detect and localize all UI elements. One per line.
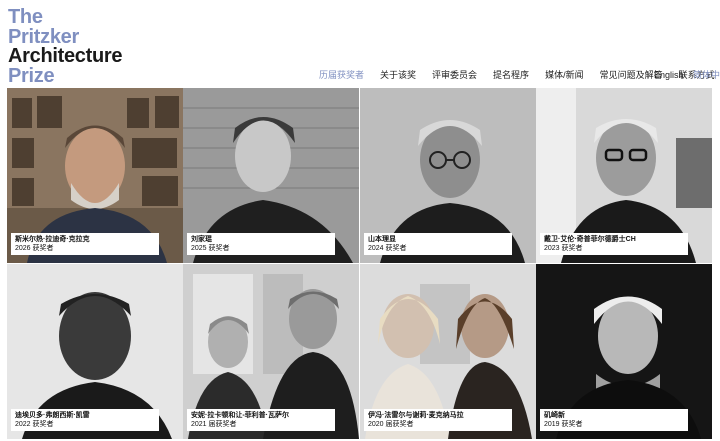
laureate-name: 矶崎新 <box>544 412 565 419</box>
laureate-name: 斯米尔热·拉迪奇·克拉克 <box>15 236 90 243</box>
laureate-name: 迪埃贝多·弗朗西斯·凯雷 <box>15 412 90 419</box>
nav-about[interactable]: 关于该奖 <box>380 68 416 81</box>
logo-line-prize: Prize <box>8 64 55 87</box>
laureate-year: 2020 届获奖者 <box>368 421 414 428</box>
laureate-caption: 矶崎新 2019 获奖者 <box>540 409 688 431</box>
laureate-caption: 山本理显 2024 获奖者 <box>364 233 512 255</box>
laureate-name: 山本理显 <box>368 236 396 243</box>
nav-jury[interactable]: 评审委员会 <box>432 68 477 81</box>
logo-line-architecture: Architecture <box>8 45 123 67</box>
site-logo[interactable]: The Pritzker Architecture Prize <box>8 6 123 87</box>
lang-chinese-link[interactable]: 简体中文 <box>693 70 720 80</box>
laureate-year: 2026 获奖者 <box>15 245 54 252</box>
nav-laureates[interactable]: 历届获奖者 <box>319 68 364 81</box>
laureates-grid: 斯米尔热·拉迪奇·克拉克 2026 获奖者 刘家琨 2025 获奖者 山本理显 … <box>7 88 712 439</box>
laureate-card[interactable]: 刘家琨 2025 获奖者 <box>183 88 359 263</box>
laureate-year: 2021 届获奖者 <box>191 421 237 428</box>
laureate-caption: 戴卫·艾伦·奇普菲尔德爵士CH 2023 获奖者 <box>540 233 688 255</box>
laureate-year: 2019 获奖者 <box>544 421 583 428</box>
laureate-caption: 斯米尔热·拉迪奇·克拉克 2026 获奖者 <box>11 233 159 255</box>
logo-line-the: The <box>8 6 43 28</box>
laureate-name: 刘家琨 <box>191 236 212 243</box>
language-switcher: English 简体中文 <box>654 68 720 81</box>
laureate-caption: 迪埃贝多·弗朗西斯·凯雷 2022 获奖者 <box>11 409 159 431</box>
laureate-card[interactable]: 伊冯·法雷尔与谢莉·麦克纳马拉 2020 届获奖者 <box>360 264 536 439</box>
laureate-name: 伊冯·法雷尔与谢莉·麦克纳马拉 <box>368 412 464 419</box>
laureate-caption: 安妮·拉卡顿和让-菲利普·瓦萨尔 2021 届获奖者 <box>187 409 335 431</box>
nav-media[interactable]: 媒体/新闻 <box>545 68 584 81</box>
laureate-year: 2022 获奖者 <box>15 421 54 428</box>
laureate-card[interactable]: 斯米尔热·拉迪奇·克拉克 2026 获奖者 <box>7 88 183 263</box>
laureate-caption: 刘家琨 2025 获奖者 <box>187 233 335 255</box>
laureate-card[interactable]: 戴卫·艾伦·奇普菲尔德爵士CH 2023 获奖者 <box>536 88 712 263</box>
laureate-year: 2024 获奖者 <box>368 245 407 252</box>
nav-nomination[interactable]: 提名程序 <box>493 68 529 81</box>
lang-english-link[interactable]: English <box>654 70 684 80</box>
laureate-card[interactable]: 山本理显 2024 获奖者 <box>360 88 536 263</box>
laureate-card[interactable]: 迪埃贝多·弗朗西斯·凯雷 2022 获奖者 <box>7 264 183 439</box>
laureate-card[interactable]: 安妮·拉卡顿和让-菲利普·瓦萨尔 2021 届获奖者 <box>183 264 359 439</box>
laureate-year: 2025 获奖者 <box>191 245 230 252</box>
laureate-caption: 伊冯·法雷尔与谢莉·麦克纳马拉 2020 届获奖者 <box>364 409 512 431</box>
laureate-name: 戴卫·艾伦·奇普菲尔德爵士CH <box>544 236 636 243</box>
laureate-card[interactable]: 矶崎新 2019 获奖者 <box>536 264 712 439</box>
laureate-name: 安妮·拉卡顿和让-菲利普·瓦萨尔 <box>191 412 289 419</box>
laureate-year: 2023 获奖者 <box>544 245 583 252</box>
